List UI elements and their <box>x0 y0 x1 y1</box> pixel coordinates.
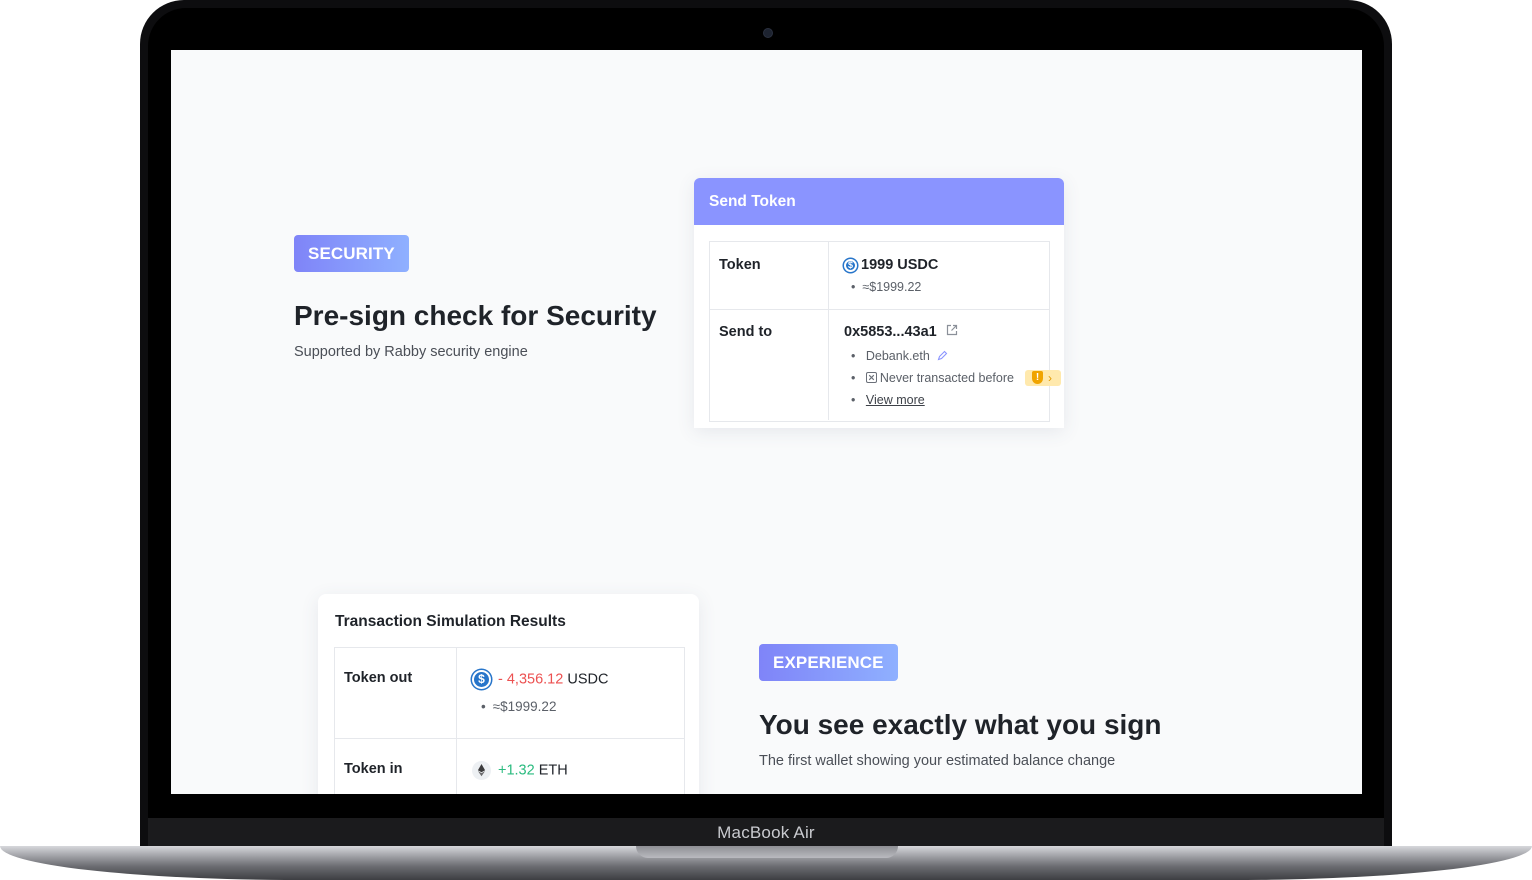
screen: SECURITY Pre-sign check for Security Sup… <box>171 50 1362 794</box>
eth-icon <box>472 761 491 780</box>
risk-warning-badge[interactable]: ! › <box>1025 370 1061 386</box>
token-row: Token $1999 USDC ≈$1999.22 <box>710 242 1049 310</box>
token-in-label: Token in <box>344 761 403 777</box>
send-token-table: Token $1999 USDC ≈$1999.22 Send to 0x585… <box>709 241 1061 422</box>
send-token-card-title: Send Token <box>694 178 1064 225</box>
simulation-table: Token out $- 4,356.12 USDC ≈$1999.22 Tok… <box>334 647 685 794</box>
token-detail: ≈$1999.22 <box>851 280 921 294</box>
recipient-history: Never transacted before <box>851 371 1014 386</box>
external-link-icon[interactable] <box>946 324 958 340</box>
send-token-card: Send Token Token $1999 USDC ≈$1999.22 Se… <box>694 178 1064 428</box>
recipient-address: 0x5853...43a1 <box>844 324 958 340</box>
device-label: MacBook Air <box>717 823 815 842</box>
view-more-link[interactable]: View more <box>866 393 925 407</box>
token-in-value: +1.32 ETH <box>472 761 568 780</box>
token-out-row: Token out $- 4,356.12 USDC ≈$1999.22 <box>335 648 684 739</box>
security-subheading: Supported by Rabby security engine <box>294 344 528 360</box>
simulation-card-title: Transaction Simulation Results <box>335 613 566 630</box>
token-out-value: $ - 4,356.12 USDC <box>472 670 608 689</box>
close-box-icon <box>865 371 877 386</box>
simulation-card: Transaction Simulation Results Token out… <box>318 594 699 794</box>
token-label: Token <box>719 257 761 273</box>
laptop-base-notch <box>636 846 898 858</box>
send-to-label: Send to <box>719 324 773 340</box>
edit-pen-icon[interactable] <box>937 350 948 364</box>
token-out-detail: ≈$1999.22 <box>481 699 557 714</box>
experience-heading: You see exactly what you sign <box>759 709 1162 740</box>
send-to-row: Send to 0x5853...43a1 Debank.eth <box>710 309 1061 420</box>
usdc-icon: $ <box>844 258 857 272</box>
chevron-right-icon: › <box>1048 371 1052 385</box>
recipient-name: Debank.eth <box>851 349 948 364</box>
usdc-icon: $ <box>472 670 491 689</box>
warning-shield-icon: ! <box>1032 371 1043 384</box>
token-out-label: Token out <box>344 670 413 686</box>
experience-subheading: The first wallet showing your estimated … <box>759 753 1116 769</box>
security-tag: SECURITY <box>294 235 409 272</box>
experience-tag: EXPERIENCE <box>759 644 898 681</box>
view-more-item: View more <box>851 393 925 407</box>
token-value: $1999 USDC <box>844 257 938 273</box>
security-heading: Pre-sign check for Security <box>294 300 657 331</box>
token-in-row: Token in +1.32 ETH <box>335 738 684 794</box>
camera <box>763 28 773 38</box>
